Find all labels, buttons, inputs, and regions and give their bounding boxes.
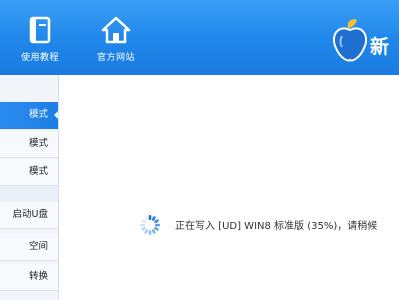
sidebar-item-label: 空间 [28,241,48,252]
sidebar-item-mode-2[interactable]: 模式 [0,131,58,158]
sidebar-item-boot-usb[interactable]: 启动U盘 [0,202,58,229]
sidebar-item-label: 模式 [28,138,48,149]
sidebar: 模式 模式 模式 启动U盘 空间 转换 [0,75,59,300]
sidebar-item-mode-1[interactable]: 模式 [0,102,58,129]
book-icon [28,16,52,48]
status-message: 正在写入 [UD] WIN8 标准版 (35%)，请稍候 [175,221,378,232]
spinner-icon [138,213,162,241]
sidebar-item-space[interactable]: 空间 [0,234,58,261]
sidebar-item-label: 模式 [28,166,48,177]
sidebar-item-label: 转换 [28,271,48,282]
main-content [59,75,399,300]
brand-text: 新 [370,36,390,58]
sidebar-item-mode-3[interactable]: 模式 [0,159,58,186]
website-label: 官方网站 [96,53,135,63]
top-toolbar: 使用教程 官方网站 新 [0,0,399,75]
home-icon [101,16,131,48]
fruit-logo-icon [330,18,370,68]
sidebar-item-label: 模式 [28,109,48,120]
website-button[interactable]: 官方网站 [81,12,151,70]
sidebar-item-convert[interactable]: 转换 [0,264,58,291]
sidebar-divider [0,186,58,202]
sidebar-item-label: 启动U盘 [12,209,48,220]
tutorial-label: 使用教程 [20,53,59,63]
tutorial-button[interactable]: 使用教程 [5,12,75,70]
